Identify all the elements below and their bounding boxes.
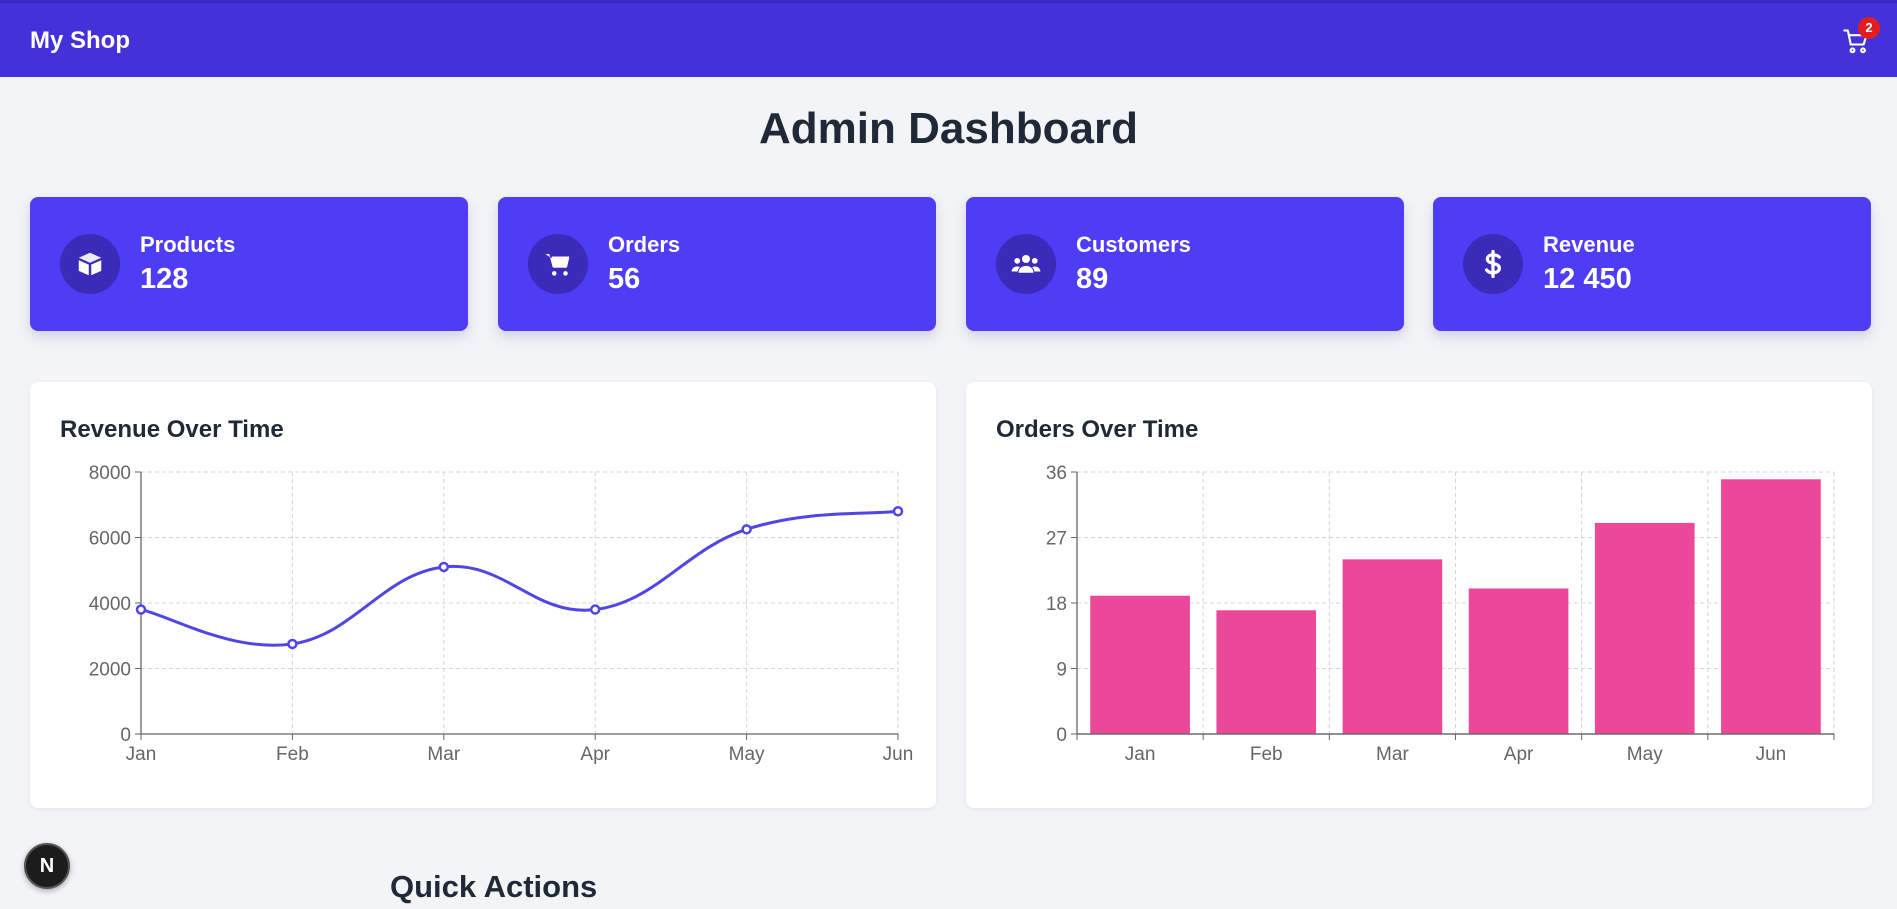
stat-label: Orders <box>608 232 681 257</box>
dollar-icon <box>1463 234 1523 294</box>
x-tick-label: Jan <box>126 744 157 765</box>
x-tick-label: Jun <box>883 744 914 765</box>
x-tick-label: Feb <box>1250 744 1283 765</box>
stat-value: 128 <box>140 263 189 295</box>
shopping-cart-icon <box>528 234 588 294</box>
revenue-series-line <box>140 509 899 647</box>
bar <box>1216 610 1317 734</box>
next-dev-indicator-button[interactable]: N <box>24 843 70 889</box>
revenue-chart-card: Revenue Over Time 0 2000 4000 6000 8000 Jan Fe… <box>30 382 936 808</box>
y-tick-label: 8000 <box>89 463 131 484</box>
cart-count-badge: 2 <box>1858 17 1880 39</box>
y-tick-label: 18 <box>1046 594 1067 615</box>
stat-card-revenue: Revenue 12 450 <box>1433 197 1871 331</box>
stat-value: 56 <box>608 263 641 295</box>
x-tick-label: Feb <box>276 744 309 765</box>
x-tick-label: Apr <box>1504 744 1534 765</box>
y-tick-label: 36 <box>1046 463 1067 484</box>
data-point <box>135 604 147 615</box>
x-tick-label: Apr <box>580 744 610 765</box>
x-tick-label: Jan <box>1125 744 1156 765</box>
data-point <box>589 604 601 615</box>
stat-label: Customers <box>1076 232 1191 257</box>
bar <box>1090 595 1190 734</box>
revenue-line-chart: 0 2000 4000 6000 8000 Jan Feb Mar Apr May Jun <box>89 463 914 765</box>
y-tick-label: 9 <box>1056 660 1067 681</box>
y-tick-label: 0 <box>120 725 131 746</box>
brand-logo[interactable]: My Shop <box>30 27 130 55</box>
bar <box>1594 522 1695 734</box>
quick-actions-heading: Quick Actions <box>390 869 598 904</box>
x-tick-label: May <box>729 744 765 765</box>
x-tick-label: May <box>1627 744 1663 765</box>
y-tick-label: 0 <box>1056 725 1067 746</box>
y-tick-label: 2000 <box>89 660 131 681</box>
cart-button[interactable]: 2 <box>1842 17 1880 57</box>
stat-label: Revenue <box>1543 232 1635 257</box>
stat-label: Products <box>140 232 236 257</box>
stat-card-customers: Customers 89 <box>966 197 1404 331</box>
x-tick-label: Mar <box>427 744 460 765</box>
users-icon <box>996 234 1056 294</box>
data-point <box>892 506 904 517</box>
stat-value: 89 <box>1076 263 1109 295</box>
stat-card-orders: Orders 56 <box>498 197 936 331</box>
y-tick-label: 27 <box>1046 529 1067 550</box>
stat-card-products: Products 128 <box>30 197 468 331</box>
data-point <box>438 561 450 573</box>
orders-chart-card: Orders Over Time 0 9 18 27 36 Jan Feb Mar Apr May… <box>966 382 1872 808</box>
data-point <box>287 638 298 650</box>
bar <box>1342 559 1443 734</box>
bar <box>1721 479 1821 734</box>
stat-value: 12 450 <box>1543 263 1632 295</box>
orders-bar-chart: 0 9 18 27 36 Jan Feb Mar Apr May Jun <box>1046 463 1835 765</box>
x-tick-label: Mar <box>1376 744 1409 765</box>
y-tick-label: 4000 <box>89 594 131 615</box>
y-tick-label: 6000 <box>89 529 131 550</box>
x-tick-label: Jun <box>1756 744 1787 765</box>
bar <box>1468 588 1569 734</box>
page-title: Admin Dashboard <box>759 104 1138 153</box>
top-navbar: My Shop 2 <box>0 0 1897 77</box>
data-point <box>741 524 752 535</box>
box-open-icon <box>60 234 120 294</box>
